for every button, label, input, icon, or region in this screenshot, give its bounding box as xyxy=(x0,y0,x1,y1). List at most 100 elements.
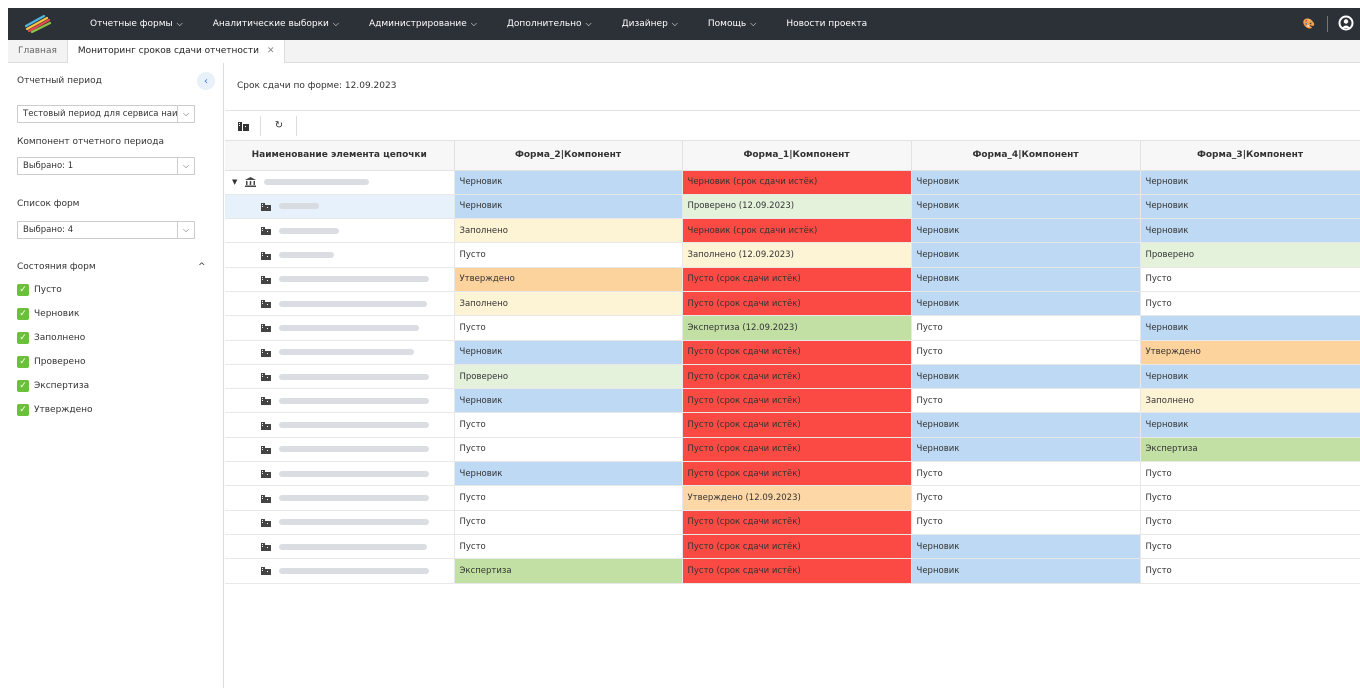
chain-element-cell[interactable] xyxy=(225,437,455,463)
status-cell[interactable]: Черновик xyxy=(1140,170,1360,195)
status-cell[interactable]: Черновик xyxy=(911,242,1141,268)
state-checkbox-checked[interactable]: ✓ Проверено xyxy=(17,356,85,368)
table-row[interactable]: Пусто Пусто (срок сдачи истёк) Черновик Пус… xyxy=(225,534,1360,560)
status-cell[interactable]: Пусто (срок сдачи истёк) xyxy=(682,364,912,390)
status-cell[interactable]: Пусто xyxy=(454,412,683,438)
status-cell[interactable]: Пусто (срок сдачи истёк) xyxy=(682,437,912,463)
status-cell[interactable]: Заполнено (12.09.2023) xyxy=(682,242,912,268)
nav-administration[interactable]: Администрирование ⌵ xyxy=(369,19,477,29)
status-cell[interactable]: Черновик xyxy=(911,364,1141,390)
chain-element-cell[interactable] xyxy=(225,242,455,268)
user-account-icon[interactable] xyxy=(1338,15,1354,34)
chain-element-cell[interactable] xyxy=(225,267,455,292)
status-cell[interactable]: Черновик xyxy=(911,170,1141,195)
status-cell[interactable]: Пусто xyxy=(454,242,683,268)
status-cell[interactable]: Черновик xyxy=(454,170,683,195)
org-tree-icon[interactable] xyxy=(230,114,256,138)
status-cell[interactable]: Пусто (срок сдачи истёк) xyxy=(682,291,912,317)
status-cell[interactable]: Черновик xyxy=(1140,194,1360,220)
column-header-form2[interactable]: Форма_2|Компонент xyxy=(454,141,683,171)
chain-element-cell[interactable] xyxy=(225,485,455,511)
status-cell[interactable]: Пусто xyxy=(1140,510,1360,535)
refresh-icon[interactable]: ↻ xyxy=(266,114,292,138)
chain-element-cell[interactable] xyxy=(225,315,455,341)
chain-element-cell[interactable] xyxy=(225,461,455,487)
status-cell[interactable]: Черновик xyxy=(1140,364,1360,390)
chain-element-cell[interactable]: ▼ xyxy=(225,170,455,195)
column-header-form3[interactable]: Форма_3|Компонент xyxy=(1140,141,1360,171)
state-checkbox-draft[interactable]: ✓ Черновик xyxy=(17,308,79,320)
table-row[interactable]: Пусто Пусто (срок сдачи истёк) Черновик Экс… xyxy=(225,437,1360,463)
chain-element-cell[interactable] xyxy=(225,510,455,535)
status-cell[interactable]: Черновик xyxy=(911,267,1141,292)
chain-element-cell[interactable] xyxy=(225,412,455,438)
palette-icon[interactable]: 🎨 xyxy=(1303,19,1315,30)
status-cell[interactable]: Черновик (срок сдачи истёк) xyxy=(682,218,912,244)
nav-project-news[interactable]: Новости проекта xyxy=(786,19,867,29)
table-row[interactable]: Экспертиза Пусто (срок сдачи истёк) Чернов… xyxy=(225,558,1360,584)
nav-additional[interactable]: Дополнительно ⌵ xyxy=(507,19,592,29)
chain-element-cell[interactable] xyxy=(225,364,455,390)
status-cell[interactable]: Пусто (срок сдачи истёк) xyxy=(682,388,912,414)
state-checkbox-filled[interactable]: ✓ Заполнено xyxy=(17,332,85,344)
chain-element-cell[interactable] xyxy=(225,291,455,317)
status-cell[interactable]: Экспертиза (12.09.2023) xyxy=(682,315,912,341)
status-cell[interactable]: Утверждено (12.09.2023) xyxy=(682,485,912,511)
status-cell[interactable]: Утверждено xyxy=(1140,340,1360,365)
component-select[interactable]: Выбрано: 1 ⌵ xyxy=(17,157,195,175)
status-cell[interactable]: Черновик xyxy=(911,558,1141,584)
column-header-name[interactable]: Наименование элемента цепочки xyxy=(225,141,455,171)
status-cell[interactable]: Пусто (срок сдачи истёк) xyxy=(682,340,912,365)
app-logo-icon[interactable] xyxy=(8,8,68,40)
status-cell[interactable]: Черновик xyxy=(1140,218,1360,244)
status-cell[interactable]: Пусто xyxy=(1140,267,1360,292)
status-cell[interactable]: Пусто xyxy=(911,510,1141,535)
status-cell[interactable]: Пусто xyxy=(454,534,683,560)
status-cell[interactable]: Заполнено xyxy=(1140,388,1360,414)
status-cell[interactable]: Заполнено xyxy=(454,218,683,244)
status-cell[interactable]: Черновик xyxy=(1140,315,1360,341)
status-cell[interactable]: Пусто (срок сдачи истёк) xyxy=(682,558,912,584)
status-cell[interactable]: Пусто xyxy=(1140,534,1360,560)
table-row[interactable]: Заполнено Пусто (срок сдачи истёк) Чернови… xyxy=(225,291,1360,317)
column-header-form1[interactable]: Форма_1|Компонент xyxy=(682,141,912,171)
forms-select[interactable]: Выбрано: 4 ⌵ xyxy=(17,221,195,239)
status-cell[interactable]: Черновик xyxy=(911,534,1141,560)
period-select[interactable]: Тестовый период для сервиса наим ⌵ xyxy=(17,105,195,123)
status-cell[interactable]: Черновик xyxy=(1140,412,1360,438)
status-cell[interactable]: Черновик xyxy=(911,291,1141,317)
status-cell[interactable]: Черновик (срок сдачи истёк) xyxy=(682,170,912,195)
table-row[interactable]: Черновик Проверено (12.09.2023) Черновик Че… xyxy=(225,194,1360,220)
collapse-sidebar-button[interactable]: ‹ xyxy=(197,72,215,90)
status-cell[interactable]: Пусто xyxy=(1140,485,1360,511)
chain-element-cell[interactable] xyxy=(225,388,455,414)
status-cell[interactable]: Черновик xyxy=(911,218,1141,244)
table-row[interactable]: Пусто Утверждено (12.09.2023) Пусто Пусто xyxy=(225,485,1360,511)
table-row[interactable]: Черновик Пусто (срок сдачи истёк) Пусто Пус… xyxy=(225,461,1360,487)
chain-element-cell[interactable] xyxy=(225,218,455,244)
table-row[interactable]: Пусто Пусто (срок сдачи истёк) Черновик Чер… xyxy=(225,412,1360,438)
status-cell[interactable]: Экспертиза xyxy=(454,558,683,584)
table-row[interactable]: Утверждено Пусто (срок сдачи истёк) Чернов… xyxy=(225,267,1360,292)
status-cell[interactable]: Проверено xyxy=(1140,242,1360,268)
table-row[interactable]: Заполнено Черновик (срок сдачи истёк) Черн… xyxy=(225,218,1360,244)
status-cell[interactable]: Черновик xyxy=(454,340,683,365)
status-cell[interactable]: Пусто xyxy=(454,437,683,463)
nav-reporting-forms[interactable]: Отчетные формы ⌵ xyxy=(90,19,183,29)
nav-help[interactable]: Помощь ⌵ xyxy=(708,19,756,29)
status-cell[interactable]: Экспертиза xyxy=(1140,437,1360,463)
column-header-form4[interactable]: Форма_4|Компонент xyxy=(911,141,1141,171)
status-cell[interactable]: Черновик xyxy=(911,437,1141,463)
chain-element-cell[interactable] xyxy=(225,340,455,365)
status-cell[interactable]: Пусто xyxy=(1140,461,1360,487)
status-cell[interactable]: Пусто (срок сдачи истёк) xyxy=(682,510,912,535)
close-icon[interactable]: ✕ xyxy=(267,46,275,56)
chain-element-cell[interactable] xyxy=(225,558,455,584)
status-cell[interactable]: Пусто xyxy=(911,340,1141,365)
status-cell[interactable]: Черновик xyxy=(454,461,683,487)
table-row[interactable]: Проверено Пусто (срок сдачи истёк) Чернови… xyxy=(225,364,1360,390)
status-cell[interactable]: Пусто xyxy=(454,485,683,511)
status-cell[interactable]: Пусто (срок сдачи истёк) xyxy=(682,267,912,292)
table-row[interactable]: Пусто Пусто (срок сдачи истёк) Пусто Пусто xyxy=(225,510,1360,535)
nav-designer[interactable]: Дизайнер ⌵ xyxy=(622,19,678,29)
